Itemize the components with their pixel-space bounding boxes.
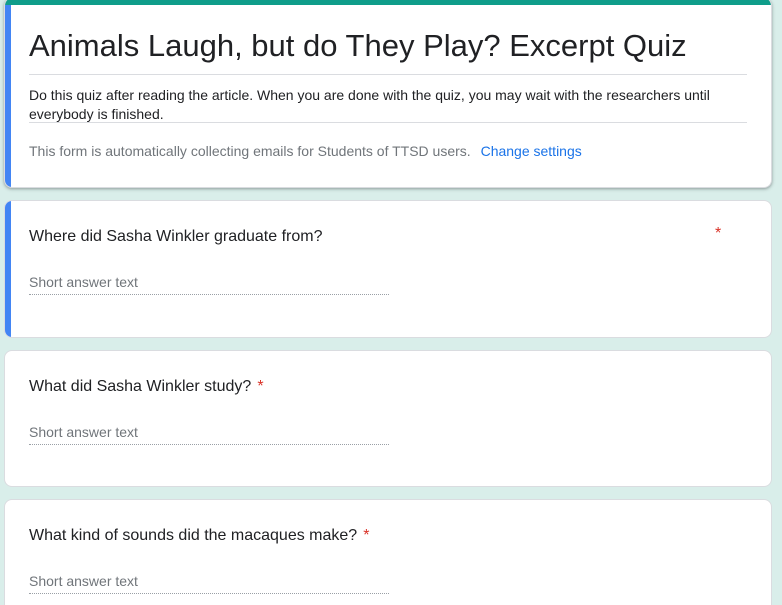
question-title-text: What kind of sounds did the macaques mak… [29,527,358,544]
required-asterisk: * [363,527,370,544]
change-settings-link[interactable]: Change settings [481,143,582,159]
question-title[interactable]: Where did Sasha Winkler graduate from? [29,228,322,246]
form-editor-page: Animals Laugh, but do They Play? Excerpt… [0,0,782,605]
theme-color-bar [5,0,771,5]
email-collection-note: This form is automatically collecting em… [29,143,582,159]
short-answer-input[interactable] [29,270,389,295]
short-answer-input[interactable] [29,420,389,445]
question-title[interactable]: What did Sasha Winkler study? * [29,378,264,396]
form-header-card[interactable]: Animals Laugh, but do They Play? Excerpt… [4,0,772,188]
required-asterisk: * [257,378,264,395]
active-indicator-bar [5,201,11,337]
form-description[interactable]: Do this quiz after reading the article. … [29,86,745,124]
question-title-text: What did Sasha Winkler study? [29,378,252,395]
required-asterisk: * [715,225,722,242]
question-card-2[interactable]: What did Sasha Winkler study? * [4,350,772,487]
description-divider [29,122,747,123]
email-collection-text: This form is automatically collecting em… [29,143,471,159]
question-card-1[interactable]: Where did Sasha Winkler graduate from? * [4,200,772,338]
active-indicator-bar [5,5,11,187]
form-title[interactable]: Animals Laugh, but do They Play? Excerpt… [29,26,687,66]
question-title[interactable]: What kind of sounds did the macaques mak… [29,527,369,545]
title-divider [29,74,747,75]
short-answer-input[interactable] [29,569,389,594]
question-card-3[interactable]: What kind of sounds did the macaques mak… [4,499,772,605]
